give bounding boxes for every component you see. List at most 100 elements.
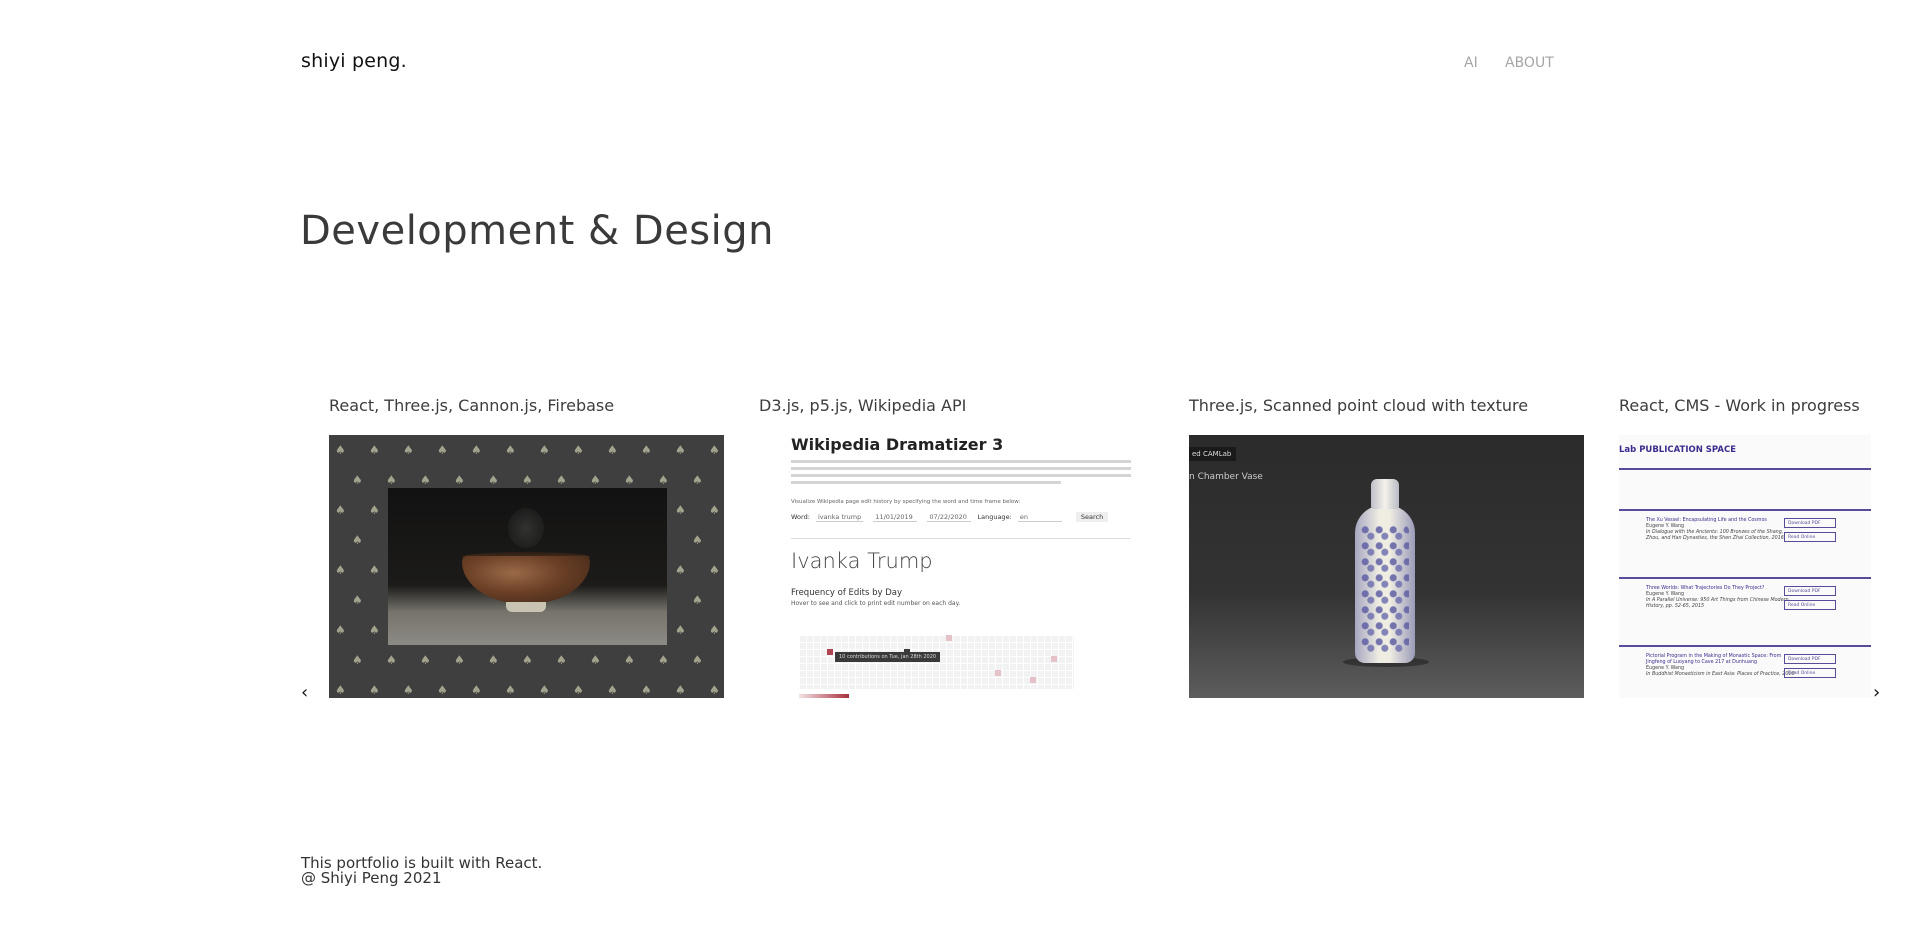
rule <box>1619 468 1871 470</box>
pattern-mark: ♠ <box>522 653 533 667</box>
footer-copyright: @ Shiyi Peng 2021 <box>301 869 442 887</box>
heatmap-cell <box>827 649 833 655</box>
word-field: ivanka trump <box>815 513 864 522</box>
project-card-3-thumbnail[interactable]: ed CAMLab n Chamber Vase <box>1189 435 1584 698</box>
pattern-mark: ♠ <box>471 683 482 697</box>
publication-entry: Three Worlds: What Trajectories Do They … <box>1646 586 1796 610</box>
camlab-tag: ed CAMLab <box>1189 447 1237 461</box>
pattern-mark: ♠ <box>641 683 652 697</box>
download-pdf-button: Download PDF <box>1784 518 1836 528</box>
pattern-mark: ♠ <box>335 563 346 577</box>
wd-instruction: Visualize Wikipedia page edit history by… <box>791 499 1021 505</box>
nav-about-link[interactable]: ABOUT <box>1505 55 1554 71</box>
pattern-mark: ♠ <box>573 683 584 697</box>
text-line <box>791 481 1061 484</box>
wd-subject: Ivanka Trump <box>791 549 933 573</box>
carousel-next-arrow[interactable]: › <box>1873 684 1880 702</box>
logo[interactable]: shiyi peng. <box>301 50 407 72</box>
pattern-mark: ♠ <box>573 443 584 457</box>
word-label: Word: <box>791 513 810 521</box>
pattern-mark: ♠ <box>675 683 686 697</box>
pattern-mark: ♠ <box>675 503 686 517</box>
pattern-mark: ♠ <box>335 623 346 637</box>
vase-name: n Chamber Vase <box>1189 472 1263 482</box>
read-online-button: Read Online <box>1784 532 1836 542</box>
pattern-mark: ♠ <box>369 683 380 697</box>
heatmap-tooltip: 10 contributions on Tue, Jan 28th 2020 <box>835 652 941 662</box>
heatmap-cell <box>995 670 1001 676</box>
project-card-2-thumbnail[interactable]: Wikipedia Dramatizer 3 Visualize Wikiped… <box>759 435 1154 698</box>
pattern-mark: ♠ <box>641 443 652 457</box>
heatmap-cell <box>1051 656 1057 662</box>
pattern-mark: ♠ <box>675 623 686 637</box>
pattern-mark: ♠ <box>352 533 363 547</box>
divider <box>791 538 1131 539</box>
text-line <box>791 460 1131 463</box>
pattern-mark: ♠ <box>369 443 380 457</box>
entry-title: Pictorial Program in the Making of Monas… <box>1646 654 1782 665</box>
pattern-mark: ♠ <box>403 683 414 697</box>
date-from-field: 11/01/2019 <box>873 513 918 522</box>
project-card-3-caption: Three.js, Scanned point cloud with textu… <box>1189 396 1529 415</box>
tea-bowl-photo <box>388 488 667 645</box>
heatmap-legend <box>799 694 849 698</box>
wd-frequency-hint: Hover to see and click to print edit num… <box>791 600 961 607</box>
pattern-mark: ♠ <box>488 653 499 667</box>
pattern-mark: ♠ <box>403 443 414 457</box>
pattern-mark: ♠ <box>709 443 720 457</box>
pattern-mark: ♠ <box>352 473 363 487</box>
rule <box>1619 577 1871 579</box>
nav-ai-link[interactable]: AI <box>1464 55 1478 71</box>
rule <box>1619 645 1871 647</box>
wd-search-form: Word: ivanka trump 11/01/2019 07/22/2020… <box>791 512 1109 522</box>
project-card-4-thumbnail[interactable]: Lab PUBLICATION SPACE The Xu Vessel: Enc… <box>1619 435 1871 698</box>
pattern-mark: ♠ <box>624 473 635 487</box>
steam <box>508 508 544 548</box>
pattern-mark: ♠ <box>437 683 448 697</box>
pattern-mark: ♠ <box>709 623 720 637</box>
pattern-mark: ♠ <box>607 443 618 457</box>
heatmap-cell <box>1030 677 1036 683</box>
project-card-1-thumbnail[interactable]: ♠ ♠ ♠ ♠ ♠ ♠ ♠ ♠ ♠ ♠ ♠ ♠ ♠ ♠ ♠ ♠ ♠ ♠ ♠ ♠ ♠ ♠ ♠ ♠ ♠ ♠ ♠ ♠ ♠ ♠ ♠ ♠ ♠ ♠ ♠ ♠ ♠ ♠ ♠ ♠… <box>329 435 724 698</box>
pattern-mark: ♠ <box>471 443 482 457</box>
pattern-mark: ♠ <box>420 473 431 487</box>
pattern-mark: ♠ <box>658 653 669 667</box>
download-pdf-button: Download PDF <box>1784 586 1836 596</box>
search-button: Search <box>1075 512 1109 522</box>
carousel-prev-arrow[interactable]: ‹ <box>301 684 308 702</box>
pattern-mark: ♠ <box>709 563 720 577</box>
pattern-mark: ♠ <box>692 533 703 547</box>
pattern-mark: ♠ <box>556 653 567 667</box>
pattern-mark: ♠ <box>624 653 635 667</box>
project-card-1-caption: React, Three.js, Cannon.js, Firebase <box>329 396 615 415</box>
pattern-mark: ♠ <box>386 473 397 487</box>
footer: This portfolio is built with React. @ Sh… <box>301 856 542 886</box>
pattern-mark: ♠ <box>675 563 686 577</box>
wd-frequency-title: Frequency of Edits by Day <box>791 588 903 598</box>
pattern-mark: ♠ <box>369 623 380 637</box>
pattern-mark: ♠ <box>590 473 601 487</box>
language-label: Language: <box>977 513 1012 521</box>
read-online-button: Read Online <box>1784 600 1836 610</box>
pattern-mark: ♠ <box>505 683 516 697</box>
vase-neck <box>1371 479 1399 509</box>
language-field: en <box>1017 513 1062 522</box>
entry-reference: In A Parallel Universe: 950 Art Things f… <box>1646 598 1789 609</box>
pattern-mark: ♠ <box>505 443 516 457</box>
pattern-mark: ♠ <box>556 473 567 487</box>
pattern-mark: ♠ <box>709 503 720 517</box>
pattern-mark: ♠ <box>335 443 346 457</box>
pattern-mark: ♠ <box>369 563 380 577</box>
project-card-4-caption: React, CMS - Work in progress <box>1619 396 1860 415</box>
heatmap-cell <box>946 635 952 641</box>
pattern-mark: ♠ <box>607 683 618 697</box>
read-online-button: Read Online <box>1784 668 1836 678</box>
pattern-mark: ♠ <box>539 683 550 697</box>
tea-bowl <box>462 556 590 604</box>
publication-entry: The Xu Vessel: Encapsulating Life and th… <box>1646 518 1796 542</box>
bowl-foot <box>506 602 546 612</box>
pattern-mark: ♠ <box>454 473 465 487</box>
pattern-mark: ♠ <box>658 473 669 487</box>
rule <box>1619 509 1871 511</box>
page-title: Development & Design <box>300 208 775 254</box>
